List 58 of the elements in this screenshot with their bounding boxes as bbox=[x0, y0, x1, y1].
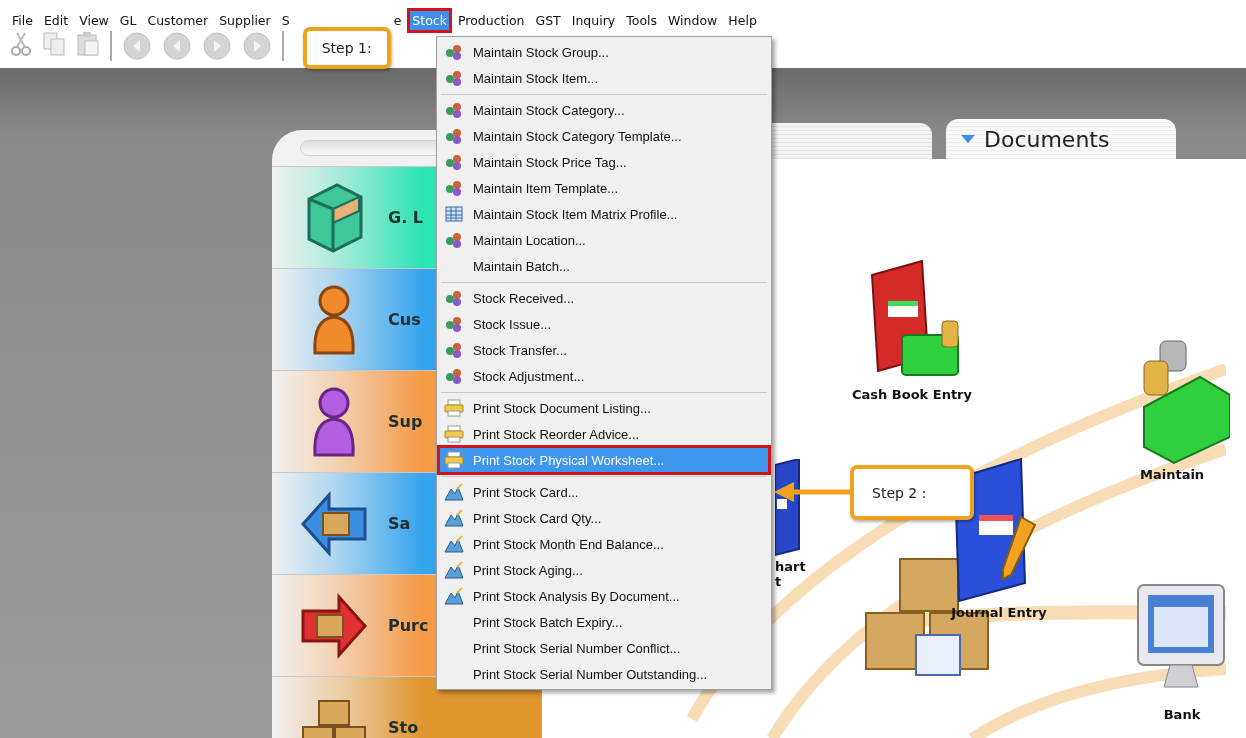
menu-item[interactable]: Customer bbox=[145, 11, 211, 30]
document-label[interactable]: Cash Book Entry bbox=[852, 387, 972, 402]
grid-icon bbox=[445, 206, 463, 222]
chart-icon bbox=[444, 561, 464, 579]
previous-icon[interactable] bbox=[162, 31, 192, 61]
menu-item[interactable]: GST bbox=[533, 11, 563, 30]
copy-icon[interactable] bbox=[42, 31, 66, 57]
cluster-icon bbox=[445, 101, 463, 119]
document-label[interactable]: Bank bbox=[1163, 707, 1201, 722]
document-label[interactable]: Journal Entry bbox=[951, 605, 1047, 620]
menu-item[interactable]: Help bbox=[726, 11, 759, 30]
menu-item[interactable]: File bbox=[10, 11, 35, 30]
step-callout: Step 1: bbox=[302, 27, 391, 69]
document-label[interactable]: Maintain bbox=[1140, 467, 1205, 482]
next-icon[interactable] bbox=[202, 31, 232, 61]
caret-icon bbox=[960, 134, 976, 144]
menu-item[interactable]: GL bbox=[117, 11, 139, 30]
printer-icon bbox=[444, 451, 464, 469]
document-label[interactable]: hart bbox=[775, 559, 806, 574]
menu-item[interactable]: Window bbox=[666, 11, 720, 30]
book-icon bbox=[775, 459, 801, 559]
cluster-icon bbox=[445, 289, 463, 307]
menu-item[interactable]: Edit bbox=[41, 11, 71, 30]
menu-item[interactable]: Inquiry bbox=[569, 11, 618, 30]
document-label[interactable]: t bbox=[775, 574, 782, 589]
cluster-icon bbox=[445, 153, 463, 171]
cash-coins-icon bbox=[1140, 337, 1230, 467]
menu-item[interactable]: Maintain Stock Category Template... bbox=[439, 123, 769, 149]
first-icon[interactable] bbox=[122, 31, 152, 61]
cluster-icon bbox=[445, 367, 463, 385]
last-icon[interactable] bbox=[242, 31, 272, 61]
menu-item[interactable]: Maintain Stock Group... bbox=[439, 39, 769, 65]
menu-item[interactable]: e bbox=[391, 11, 404, 30]
menu-item[interactable]: Tools bbox=[624, 11, 659, 30]
cluster-icon bbox=[445, 231, 463, 249]
cluster-icon bbox=[445, 43, 463, 61]
step-callout: Step 2 : bbox=[850, 465, 974, 520]
chart-icon bbox=[444, 509, 464, 527]
menu-item[interactable]: Maintain Stock Item... bbox=[439, 65, 769, 91]
chart-icon bbox=[444, 483, 464, 501]
cluster-icon bbox=[445, 69, 463, 87]
printer-icon bbox=[444, 425, 464, 443]
menu-item[interactable]: Supplier bbox=[217, 11, 273, 30]
cluster-icon bbox=[445, 315, 463, 333]
cluster-icon bbox=[445, 179, 463, 197]
cluster-icon bbox=[445, 127, 463, 145]
paste-icon[interactable] bbox=[76, 31, 100, 57]
menu-item[interactable]: Production bbox=[455, 11, 527, 30]
chart-icon bbox=[444, 587, 464, 605]
cut-icon[interactable] bbox=[10, 31, 32, 57]
box-arrow-icon bbox=[299, 488, 369, 559]
menu-item[interactable]: S bbox=[279, 11, 292, 30]
menu-item[interactable]: Maintain Stock Category... bbox=[439, 97, 769, 123]
menu-item[interactable]: View bbox=[77, 11, 111, 30]
printer-icon bbox=[444, 399, 464, 417]
chart-icon bbox=[444, 535, 464, 553]
cluster-icon bbox=[445, 341, 463, 359]
tab[interactable]: Documents bbox=[946, 119, 1176, 159]
